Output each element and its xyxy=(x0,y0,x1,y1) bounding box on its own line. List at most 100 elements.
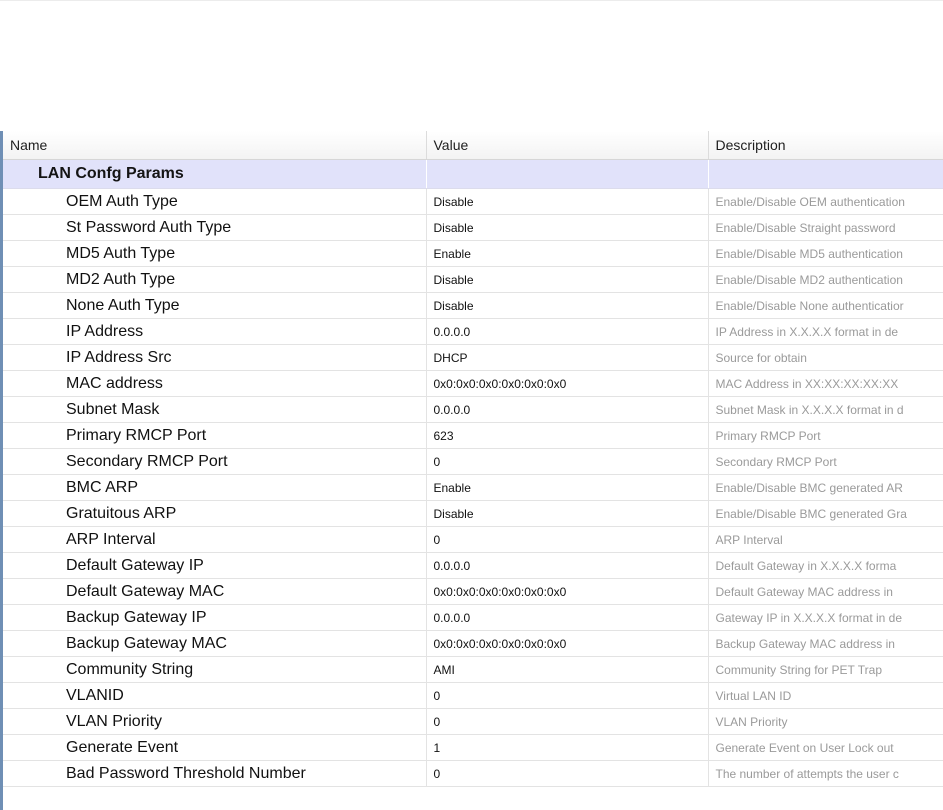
name-cell: BMC ARP xyxy=(3,474,427,501)
description-cell: The number of attempts the user c xyxy=(708,760,943,787)
value-cell[interactable]: 0x0:0x0:0x0:0x0:0x0:0x0 xyxy=(426,578,709,605)
table-row[interactable]: VLAN Priority 0 VLAN Priority xyxy=(3,708,943,735)
value-cell[interactable]: DHCP xyxy=(426,344,709,371)
description-cell: Virtual LAN ID xyxy=(708,682,943,709)
description-cell: MAC Address in XX:XX:XX:XX:XX xyxy=(708,370,943,397)
table-row[interactable]: IP Address Src DHCP Source for obtain xyxy=(3,344,943,371)
table-row[interactable]: Backup Gateway IP 0.0.0.0 Gateway IP in X.… xyxy=(3,604,943,631)
description-cell: Enable/Disable MD5 authentication xyxy=(708,240,943,267)
description-cell: Enable/Disable OEM authentication xyxy=(708,188,943,215)
name-cell: MD2 Auth Type xyxy=(3,266,427,293)
property-table: Name Value Description LAN Confg Params … xyxy=(3,131,943,787)
value-cell[interactable]: 1 xyxy=(426,734,709,761)
table-row[interactable]: Bad Password Threshold Number 0 The number… xyxy=(3,760,943,787)
name-cell: Subnet Mask xyxy=(3,396,427,423)
name-cell: Bad Password Threshold Number xyxy=(3,760,427,787)
table-row[interactable]: MD5 Auth Type Enable Enable/Disable MD5 au… xyxy=(3,240,943,267)
table-row[interactable]: Gratuitous ARP Disable Enable/Disable BMC … xyxy=(3,500,943,527)
group-value-cell xyxy=(426,159,709,189)
column-header-value[interactable]: Value xyxy=(426,131,709,160)
value-cell[interactable]: 0x0:0x0:0x0:0x0:0x0:0x0 xyxy=(426,630,709,657)
group-label: LAN Confg Params xyxy=(3,159,427,189)
name-cell: Community String xyxy=(3,656,427,683)
name-cell: Default Gateway IP xyxy=(3,552,427,579)
name-cell: Generate Event xyxy=(3,734,427,761)
description-cell: VLAN Priority xyxy=(708,708,943,735)
description-cell: Community String for PET Trap xyxy=(708,656,943,683)
window-top-border xyxy=(0,0,943,1)
value-cell[interactable]: 0.0.0.0 xyxy=(426,552,709,579)
group-row-lan-confg-params[interactable]: LAN Confg Params xyxy=(3,159,943,189)
table-row[interactable]: Default Gateway MAC 0x0:0x0:0x0:0x0:0x0:0… xyxy=(3,578,943,605)
description-cell: Secondary RMCP Port xyxy=(708,448,943,475)
name-cell: Default Gateway MAC xyxy=(3,578,427,605)
table-row[interactable]: Subnet Mask 0.0.0.0 Subnet Mask in X.X.X.X… xyxy=(3,396,943,423)
description-cell: Primary RMCP Port xyxy=(708,422,943,449)
value-cell[interactable]: Disable xyxy=(426,214,709,241)
value-cell[interactable]: 0 xyxy=(426,760,709,787)
table-row[interactable]: Community String AMI Community String for … xyxy=(3,656,943,683)
description-cell: Source for obtain xyxy=(708,344,943,371)
name-cell: Gratuitous ARP xyxy=(3,500,427,527)
name-cell: Secondary RMCP Port xyxy=(3,448,427,475)
value-cell[interactable]: Disable xyxy=(426,500,709,527)
table-row[interactable]: Generate Event 1 Generate Event on User Lo… xyxy=(3,734,943,761)
name-cell: ARP Interval xyxy=(3,526,427,553)
table-row[interactable]: None Auth Type Disable Enable/Disable None… xyxy=(3,292,943,319)
value-cell[interactable]: Disable xyxy=(426,188,709,215)
value-cell[interactable]: Disable xyxy=(426,292,709,319)
description-cell: IP Address in X.X.X.X format in de xyxy=(708,318,943,345)
table-row[interactable]: Backup Gateway MAC 0x0:0x0:0x0:0x0:0x0:0x… xyxy=(3,630,943,657)
value-cell[interactable]: 0 xyxy=(426,708,709,735)
value-cell[interactable]: 0.0.0.0 xyxy=(426,604,709,631)
value-cell[interactable]: Disable xyxy=(426,266,709,293)
value-cell[interactable]: 623 xyxy=(426,422,709,449)
table-row[interactable]: ARP Interval 0 ARP Interval xyxy=(3,526,943,553)
name-cell: Backup Gateway MAC xyxy=(3,630,427,657)
property-grid[interactable]: Name Value Description LAN Confg Params … xyxy=(0,131,943,810)
value-cell[interactable]: AMI xyxy=(426,656,709,683)
name-cell: St Password Auth Type xyxy=(3,214,427,241)
table-row[interactable]: VLANID 0 Virtual LAN ID xyxy=(3,682,943,709)
description-cell: Enable/Disable MD2 authentication xyxy=(708,266,943,293)
description-cell: Enable/Disable Straight password xyxy=(708,214,943,241)
description-cell: ARP Interval xyxy=(708,526,943,553)
name-cell: None Auth Type xyxy=(3,292,427,319)
value-cell[interactable]: Enable xyxy=(426,474,709,501)
description-cell: Generate Event on User Lock out xyxy=(708,734,943,761)
name-cell: VLANID xyxy=(3,682,427,709)
value-cell[interactable]: 0x0:0x0:0x0:0x0:0x0:0x0 xyxy=(426,370,709,397)
table-row[interactable]: Primary RMCP Port 623 Primary RMCP Port xyxy=(3,422,943,449)
value-cell[interactable]: 0.0.0.0 xyxy=(426,396,709,423)
table-row[interactable]: Default Gateway IP 0.0.0.0 Default Gateway… xyxy=(3,552,943,579)
table-row[interactable]: BMC ARP Enable Enable/Disable BMC generate… xyxy=(3,474,943,501)
name-cell: IP Address xyxy=(3,318,427,345)
name-cell: Backup Gateway IP xyxy=(3,604,427,631)
description-cell: Default Gateway MAC address in xyxy=(708,578,943,605)
header-row: Name Value Description xyxy=(3,131,943,160)
name-cell: OEM Auth Type xyxy=(3,188,427,215)
description-cell: Enable/Disable None authenticatior xyxy=(708,292,943,319)
column-header-name[interactable]: Name xyxy=(3,131,427,160)
description-cell: Gateway IP in X.X.X.X format in de xyxy=(708,604,943,631)
table-row[interactable]: St Password Auth Type Disable Enable/Disab… xyxy=(3,214,943,241)
table-row[interactable]: MD2 Auth Type Disable Enable/Disable MD2 a… xyxy=(3,266,943,293)
name-cell: VLAN Priority xyxy=(3,708,427,735)
value-cell[interactable]: Enable xyxy=(426,240,709,267)
table-row[interactable]: OEM Auth Type Disable Enable/Disable OEM a… xyxy=(3,188,943,215)
value-cell[interactable]: 0 xyxy=(426,682,709,709)
name-cell: Primary RMCP Port xyxy=(3,422,427,449)
table-row[interactable]: IP Address 0.0.0.0 IP Address in X.X.X.X f… xyxy=(3,318,943,345)
description-cell: Default Gateway in X.X.X.X forma xyxy=(708,552,943,579)
column-header-description[interactable]: Description xyxy=(708,131,943,160)
value-cell[interactable]: 0 xyxy=(426,526,709,553)
name-cell: MAC address xyxy=(3,370,427,397)
table-row[interactable]: Secondary RMCP Port 0 Secondary RMCP Port xyxy=(3,448,943,475)
value-cell[interactable]: 0.0.0.0 xyxy=(426,318,709,345)
description-cell: Backup Gateway MAC address in xyxy=(708,630,943,657)
description-cell: Enable/Disable BMC generated AR xyxy=(708,474,943,501)
table-row[interactable]: MAC address 0x0:0x0:0x0:0x0:0x0:0x0 MAC Ad… xyxy=(3,370,943,397)
value-cell[interactable]: 0 xyxy=(426,448,709,475)
name-cell: IP Address Src xyxy=(3,344,427,371)
name-cell: MD5 Auth Type xyxy=(3,240,427,267)
